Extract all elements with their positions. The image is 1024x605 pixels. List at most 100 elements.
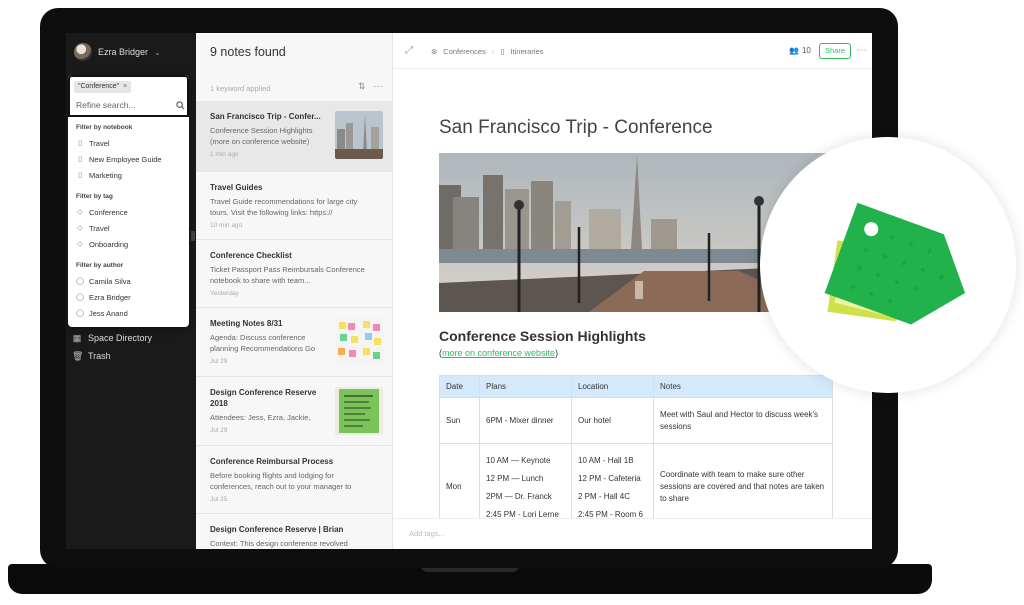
app-window: Ezra Bridger ⌄ ▦ Space Directory 🗑 Trash… xyxy=(66,33,872,549)
sidebar-item-trash[interactable]: 🗑 Trash xyxy=(72,347,190,365)
filter-item-new-employee-guide[interactable]: ▯ New Employee Guide xyxy=(76,155,162,164)
chevron-down-icon: ⌄ xyxy=(154,47,161,57)
note-card-snippet: Agenda: Discuss conference planning Reco… xyxy=(210,333,316,353)
link-close-paren: ) xyxy=(555,348,559,358)
sidebar-item-label: Space Directory xyxy=(88,333,153,343)
search-input[interactable] xyxy=(76,100,172,110)
breadcrumb-stack[interactable]: Conferences xyxy=(443,47,486,56)
more-options-icon[interactable]: ⋯ xyxy=(857,45,867,56)
notebook-icon: ▯ xyxy=(500,47,505,56)
sidebar: Ezra Bridger ⌄ ▦ Space Directory 🗑 Trash… xyxy=(66,33,196,549)
note-card-travel-guides[interactable]: Travel Guides Travel Guide recommendatio… xyxy=(196,172,392,240)
note-card-snippet: Context: This design conference revolved xyxy=(210,539,348,548)
note-card-date: 10 min ago xyxy=(210,222,243,229)
sort-icon[interactable]: ⇅ xyxy=(358,81,366,92)
filter-item-conference-tag[interactable]: ◇ Conference xyxy=(76,208,128,217)
filter-item-camila-silva[interactable]: ◯ Camila Silva xyxy=(76,277,131,286)
note-card-title: Conference Checklist xyxy=(210,251,292,260)
chip-label: "Conference" xyxy=(78,83,120,90)
table-header[interactable]: Plans xyxy=(479,375,572,398)
filter-item-jess-anand[interactable]: ◯ Jess Anand xyxy=(76,309,128,318)
people-count: 10 xyxy=(801,46,811,55)
filter-item-travel-notebook[interactable]: ▯ Travel xyxy=(76,139,110,148)
note-card-meeting-notes[interactable]: Meeting Notes 8/31 Agenda: Discuss confe… xyxy=(196,308,392,377)
list-toolbar: ⇅ ⋯ xyxy=(358,81,383,92)
filter-item-label: Onboarding xyxy=(89,240,129,249)
scrollbar[interactable] xyxy=(191,231,195,241)
expand-icon[interactable]: ⤢ xyxy=(405,45,413,56)
share-button[interactable]: Share xyxy=(819,43,851,59)
breadcrumb-notebook[interactable]: Itineraries xyxy=(510,47,543,56)
search-keyword-chip[interactable]: "Conference" × xyxy=(74,81,132,93)
breadcrumb: ⊛ Conferences › ▯ Itineraries xyxy=(431,47,543,56)
search-icon[interactable] xyxy=(176,101,185,110)
table-cell[interactable]: Sun xyxy=(439,397,480,444)
filter-heading-notebook: Filter by notebook xyxy=(76,124,133,131)
note-thumbnail-city xyxy=(335,111,383,159)
link-line: (more on conference website) xyxy=(439,348,558,358)
filter-item-ezra-bridger[interactable]: ◯ Ezra Bridger xyxy=(76,293,131,302)
notebook-icon: ▯ xyxy=(78,139,82,147)
plan-line: 12 PM — Lunch xyxy=(486,474,544,483)
plans-table: Date Plans Location Notes Sun 6PM - Mixe… xyxy=(439,375,833,531)
note-card-title: Design Conference Reserve 2018 xyxy=(210,388,317,408)
note-card-snippet: Attendees: Jess, Ezra, Jackie, xyxy=(210,413,311,422)
note-thumbnail-handwritten-list xyxy=(335,387,383,435)
note-thumbnail-sticky-notes xyxy=(335,318,383,366)
filter-item-travel-tag[interactable]: ◇ Travel xyxy=(76,224,109,233)
filter-item-label: Camila Silva xyxy=(89,277,131,286)
sidebar-bottom: ▦ Space Directory 🗑 Trash xyxy=(72,329,190,365)
notebook-stack-icon: ⊛ xyxy=(431,47,438,56)
note-card-snippet: Conference Session Highlights (more on c… xyxy=(210,126,313,146)
table-cell[interactable]: Meet with Saul and Hector to discuss wee… xyxy=(653,397,833,444)
tags-icon: +++ +++++ ++++ +++ xyxy=(824,202,966,325)
breadcrumb-separator: › xyxy=(491,47,495,56)
sidebar-item-label: Trash xyxy=(88,351,111,361)
location-line: 2 PM - Hall 4C xyxy=(578,492,631,501)
shared-people[interactable]: 👥 10 xyxy=(789,46,811,55)
note-card-snippet: Travel Guide recommendations for large c… xyxy=(210,197,358,217)
search-dropdown: "Conference" × Filter by notebook ▯ Trave… xyxy=(68,75,189,327)
note-card-title: Travel Guides xyxy=(210,183,263,192)
note-card-title: Conference Reimbursal Process xyxy=(210,457,334,466)
note-card-date: Yesterday xyxy=(210,290,239,297)
account-switcher[interactable]: Ezra Bridger ⌄ xyxy=(74,43,161,61)
note-list: 9 notes found 1 keyword applied ⇅ ⋯ San … xyxy=(196,33,393,549)
note-title[interactable]: San Francisco Trip - Conference xyxy=(439,117,713,139)
note-card-snippet: Before booking flights and lodging for c… xyxy=(210,471,352,491)
table-cell[interactable]: Our hotel xyxy=(571,397,654,444)
filter-item-label: Jess Anand xyxy=(89,309,128,318)
search-box[interactable]: "Conference" × xyxy=(68,75,189,117)
note-card-reimbursal-process[interactable]: Conference Reimbursal Process Before boo… xyxy=(196,446,392,514)
account-name: Ezra Bridger xyxy=(98,47,149,57)
results-count: 9 notes found xyxy=(210,45,286,59)
filter-item-marketing[interactable]: ▯ Marketing xyxy=(76,171,122,180)
note-card-snippet: Ticket Passport Pass Reimbursals Confere… xyxy=(210,265,365,285)
notebook-icon: ▯ xyxy=(78,155,82,163)
filter-item-label: Conference xyxy=(89,208,128,217)
tag-icon: ◇ xyxy=(77,240,83,248)
tag-icon: ◇ xyxy=(77,224,83,232)
filter-item-label: Travel xyxy=(89,139,110,148)
note-card-conference-checklist[interactable]: Conference Checklist Ticket Passport Pas… xyxy=(196,240,392,308)
more-options-icon[interactable]: ⋯ xyxy=(374,81,383,92)
table-cell[interactable]: 6PM - Mixer dinner xyxy=(479,397,572,444)
location-line: 10 AM - Hall 1B xyxy=(578,456,634,465)
note-card-title: Meeting Notes 8/31 xyxy=(210,319,283,328)
filter-item-onboarding-tag[interactable]: ◇ Onboarding xyxy=(76,240,128,249)
sidebar-item-space-directory[interactable]: ▦ Space Directory xyxy=(72,329,190,347)
filter-item-label: New Employee Guide xyxy=(89,155,162,164)
close-icon[interactable]: × xyxy=(123,81,127,93)
plan-line: 2PM — Dr. Franck xyxy=(486,492,552,501)
note-card-design-conference-2018[interactable]: Design Conference Reserve 2018 Attendees… xyxy=(196,377,392,446)
conference-website-link[interactable]: more on conference website xyxy=(442,348,555,358)
note-card-sf-trip[interactable]: San Francisco Trip - Confer... Conferenc… xyxy=(196,101,392,172)
tag-bar[interactable]: Add tags... xyxy=(393,518,872,549)
table-row: Sun 6PM - Mixer dinner Our hotel Meet wi… xyxy=(439,397,833,444)
tag-feature-badge: + + + + + + + + + + + + + + + xyxy=(760,137,1016,393)
table-header[interactable]: Date xyxy=(439,375,480,398)
table-header[interactable]: Location xyxy=(571,375,654,398)
note-card-title: Design Conference Reserve | Brian xyxy=(210,525,344,534)
note-card-design-conference-brian[interactable]: Design Conference Reserve | Brian Contex… xyxy=(196,514,392,549)
add-tags-placeholder[interactable]: Add tags... xyxy=(409,529,445,538)
